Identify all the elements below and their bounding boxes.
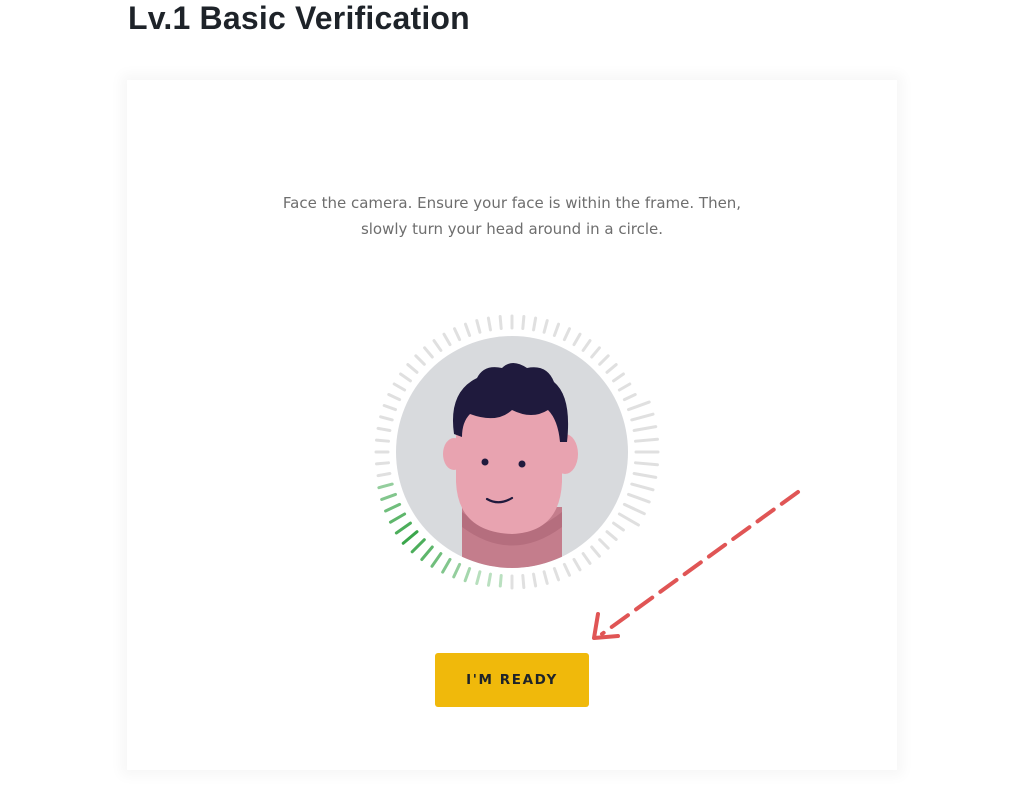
progress-tick xyxy=(392,382,407,392)
progress-tick xyxy=(376,472,392,478)
progress-tick xyxy=(463,322,472,337)
progress-tick xyxy=(498,315,503,330)
progress-tick xyxy=(634,437,659,443)
progress-tick xyxy=(394,521,412,535)
progress-tick xyxy=(612,372,625,383)
progress-tick xyxy=(453,327,462,342)
dashed-pointer-arrow-icon xyxy=(592,490,800,640)
progress-tick xyxy=(399,372,412,383)
progress-tick xyxy=(377,482,394,490)
avatar-illustration xyxy=(443,363,578,568)
progress-tick xyxy=(382,403,397,412)
progress-tick xyxy=(572,332,582,347)
progress-tick xyxy=(632,425,658,432)
progress-tick xyxy=(475,319,482,334)
progress-tick xyxy=(632,472,658,479)
progress-tick xyxy=(375,438,390,443)
progress-tick xyxy=(441,557,452,574)
progress-tick xyxy=(375,461,390,466)
progress-tick xyxy=(562,327,571,342)
instruction-line-1: Face the camera. Ensure your face is wit… xyxy=(282,194,742,212)
progress-tick xyxy=(388,512,407,524)
progress-tick xyxy=(521,574,526,589)
arrow-shaft xyxy=(600,490,800,636)
progress-tick xyxy=(401,530,419,545)
progress-tick xyxy=(634,461,659,467)
progress-tick xyxy=(475,570,482,586)
progress-tick xyxy=(486,316,492,332)
progress-tick xyxy=(387,393,402,402)
instruction-text: Face the camera. Ensure your face is wit… xyxy=(200,190,824,242)
progress-tick xyxy=(379,415,394,422)
progress-tick xyxy=(590,346,601,359)
progress-tick xyxy=(442,332,452,347)
progress-tick xyxy=(622,393,637,402)
progress-tick xyxy=(532,316,538,332)
progress-tick xyxy=(630,412,655,422)
progress-tick xyxy=(498,574,503,588)
progress-tick xyxy=(430,552,443,568)
progress-tick xyxy=(627,400,651,412)
progress-tick xyxy=(521,315,526,330)
progress-tick xyxy=(376,426,392,432)
im-ready-button[interactable]: I'M READY xyxy=(435,653,589,707)
progress-tick xyxy=(420,545,434,562)
instruction-line-2: slowly turn your head around in a circle… xyxy=(360,220,664,238)
verification-page: Lv.1 Basic Verification Face the camera.… xyxy=(0,0,1024,786)
progress-tick xyxy=(598,354,610,366)
avatar-eye-left xyxy=(481,458,489,466)
progress-tick xyxy=(463,567,472,583)
progress-tick xyxy=(432,339,443,352)
progress-tick xyxy=(605,363,618,374)
progress-tick xyxy=(552,322,561,337)
page-title: Lv.1 Basic Verification xyxy=(128,0,470,36)
progress-tick xyxy=(542,319,549,334)
progress-tick xyxy=(486,572,492,587)
progress-tick xyxy=(423,346,434,359)
progress-tick xyxy=(414,354,426,366)
progress-tick xyxy=(410,538,426,554)
progress-tick xyxy=(562,562,571,577)
progress-tick xyxy=(542,570,549,585)
progress-tick xyxy=(581,339,592,352)
progress-tick xyxy=(384,502,402,513)
progress-tick xyxy=(532,572,538,588)
progress-tick xyxy=(552,567,561,582)
avatar-eye-right xyxy=(518,460,526,468)
progress-tick xyxy=(617,382,632,392)
progress-tick xyxy=(452,562,462,579)
progress-tick xyxy=(406,363,419,374)
progress-tick xyxy=(380,492,397,501)
